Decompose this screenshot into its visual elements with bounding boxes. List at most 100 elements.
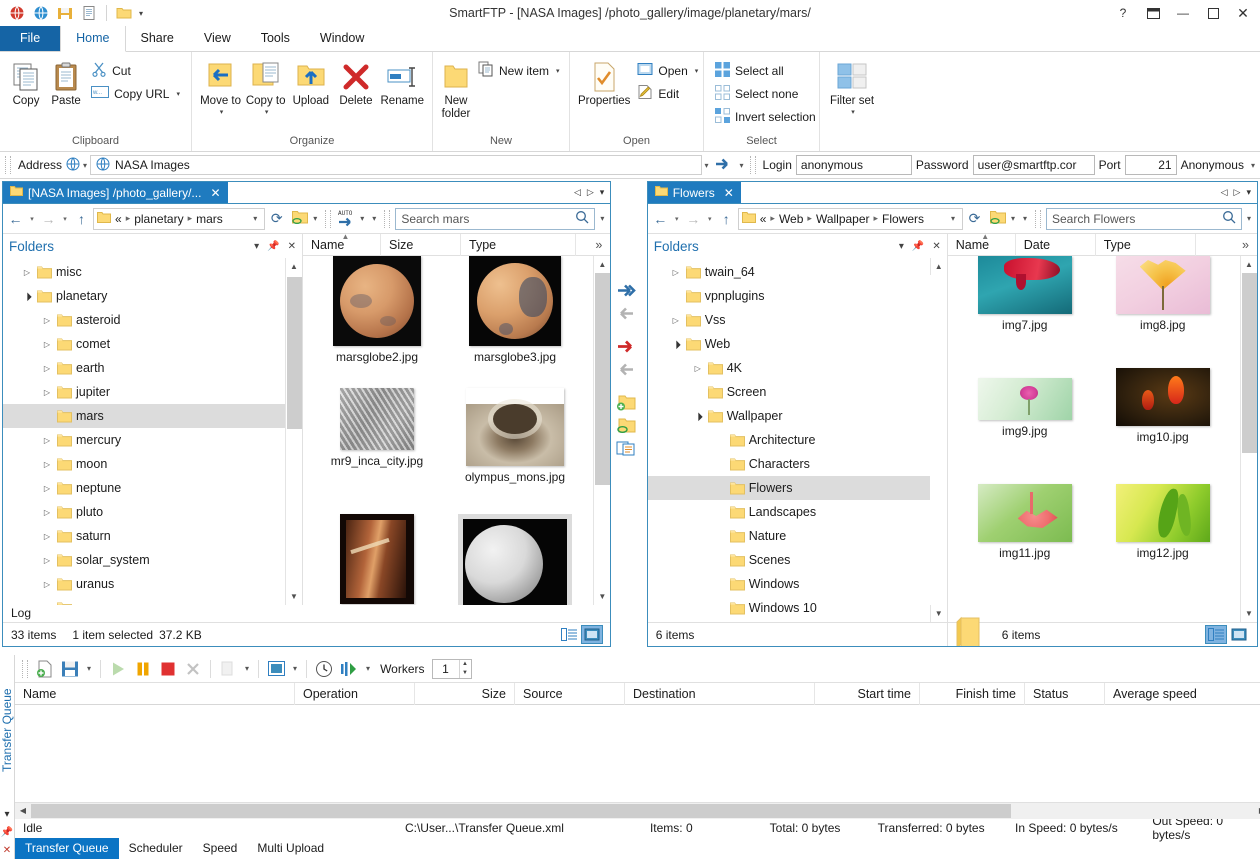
queue-column-size[interactable]: Size xyxy=(415,683,515,705)
forward-history-icon[interactable]: ▾ xyxy=(705,215,715,223)
scroll-up-icon[interactable]: ▲ xyxy=(594,256,611,273)
chevron-down-icon[interactable]: ▾ xyxy=(176,90,180,98)
spinner-down-icon[interactable]: ▼ xyxy=(460,669,471,678)
chevron-right-icon[interactable]: ▷ xyxy=(41,580,53,589)
chevron-right-icon[interactable]: ▷ xyxy=(670,316,682,325)
stop-queue-icon[interactable] xyxy=(157,658,179,680)
local-list-scrollbar[interactable]: ▲ ▼ xyxy=(1240,256,1257,622)
forward-history-icon[interactable]: ▾ xyxy=(60,215,70,223)
connect-arrow-icon[interactable] xyxy=(712,157,737,174)
column-date[interactable]: Date xyxy=(1016,234,1096,256)
chevron-down-icon[interactable]: ▾ xyxy=(1008,214,1018,223)
tree-item-characters[interactable]: Characters xyxy=(648,452,930,476)
edit-button[interactable]: Edit xyxy=(632,82,703,105)
details-view-button[interactable] xyxy=(1206,626,1226,643)
hscroll-thumb[interactable] xyxy=(31,804,1011,818)
scroll-thumb[interactable] xyxy=(931,275,946,540)
chevron-down-icon[interactable]: ▾ xyxy=(556,67,560,75)
copy-button[interactable]: Copy xyxy=(6,55,46,112)
tree-item-windows[interactable]: Windows xyxy=(648,572,930,596)
delete-button[interactable]: Delete xyxy=(333,55,378,112)
queue-column-start-time[interactable]: Start time xyxy=(815,683,920,705)
scroll-up-icon[interactable]: ▲ xyxy=(930,258,947,275)
tree-item-4k[interactable]: ▷4K xyxy=(648,356,930,380)
breadcrumb-dropdown-icon[interactable]: ▾ xyxy=(249,214,261,223)
ribbon-display-options-button[interactable] xyxy=(1138,0,1168,26)
toolbar-overflow-icon[interactable]: ▾ xyxy=(1020,214,1030,223)
scroll-track[interactable] xyxy=(1241,273,1258,605)
queue-column-destination[interactable]: Destination xyxy=(625,683,815,705)
breadcrumb-dropdown-icon[interactable]: ▾ xyxy=(947,214,959,223)
chevron-down-icon[interactable]: ▾ xyxy=(363,664,373,673)
chevron-right-icon[interactable]: ▷ xyxy=(41,364,53,373)
scroll-thumb[interactable] xyxy=(595,273,610,485)
chevron-down-icon[interactable]: ▾ xyxy=(220,108,224,116)
transfer-right-blue-icon[interactable] xyxy=(613,279,639,302)
local-search-box[interactable]: Search Flowers xyxy=(1046,208,1242,230)
file-thumbnail[interactable]: img7.jpg xyxy=(970,256,1080,332)
remote-breadcrumb[interactable]: « ▸ planetary ▸ mars ▾ xyxy=(93,208,265,230)
filter-set-button[interactable]: Filter set ▾ xyxy=(826,55,878,120)
search-options-icon[interactable]: ▾ xyxy=(597,214,607,223)
tree-item-winsxs[interactable]: ▷WinSxS xyxy=(648,620,930,622)
tree-item-twain-64[interactable]: ▷twain_64 xyxy=(648,260,930,284)
tree-item-nature[interactable]: Nature xyxy=(648,524,930,548)
chevron-right-icon[interactable]: ▷ xyxy=(692,364,704,373)
chevron-right-icon[interactable]: ▷ xyxy=(41,532,53,541)
transfer-left-grey2-icon[interactable] xyxy=(613,358,639,381)
breadcrumb-mars[interactable]: mars xyxy=(196,212,223,226)
scroll-down-icon[interactable]: ▼ xyxy=(594,588,611,605)
details-view-button[interactable] xyxy=(559,626,579,643)
address-protocol-dropdown-icon[interactable]: ▾ xyxy=(80,161,90,170)
queue-column-name[interactable]: Name xyxy=(15,683,295,705)
up-button[interactable]: ↑ xyxy=(717,208,736,230)
transfer-queue-hscrollbar[interactable]: ◀ ▶ xyxy=(15,802,1260,818)
chevron-down-icon[interactable]: ▾ xyxy=(290,664,300,673)
folder-add-icon[interactable] xyxy=(613,391,639,414)
tab-transfer-queue[interactable]: Transfer Queue xyxy=(15,838,119,859)
close-icon[interactable]: ✕ xyxy=(720,186,734,200)
file-thumbnail[interactable]: img11.jpg xyxy=(970,484,1080,560)
scroll-down-icon[interactable]: ▼ xyxy=(930,605,947,622)
connect-options-dropdown-icon[interactable]: ▾ xyxy=(737,161,747,170)
queue-column-status[interactable]: Status xyxy=(1025,683,1105,705)
back-history-icon[interactable]: ▾ xyxy=(672,215,682,223)
chevron-down-icon[interactable]: ▾ xyxy=(695,67,699,75)
tree-item-windows-10[interactable]: Windows 10 xyxy=(648,596,930,620)
file-thumbnail[interactable]: marsglobe2.jpg xyxy=(317,256,437,364)
tree-item-web[interactable]: ◢Web xyxy=(648,332,930,356)
tree-item-scenes[interactable]: Scenes xyxy=(648,548,930,572)
column-name[interactable]: ▲ Name xyxy=(948,234,1016,256)
scroll-left-icon[interactable]: ◀ xyxy=(15,803,31,819)
remote-search-input[interactable]: Search mars xyxy=(401,212,575,226)
scroll-down-icon[interactable]: ▼ xyxy=(286,588,303,605)
remote-list-scrollbar[interactable]: ▲ ▼ xyxy=(593,256,610,605)
scroll-up-icon[interactable]: ▲ xyxy=(1241,256,1258,273)
chevron-right-icon[interactable]: ▷ xyxy=(41,388,53,397)
transfer-right-red-icon[interactable] xyxy=(613,335,639,358)
file-thumbnail[interactable] xyxy=(455,514,575,605)
folder-icon[interactable] xyxy=(113,2,135,24)
transfer-left-grey-icon[interactable] xyxy=(613,302,639,325)
file-thumbnail[interactable]: img9.jpg xyxy=(970,378,1080,438)
cut-button[interactable]: Cut xyxy=(86,59,185,82)
column-type[interactable]: Type xyxy=(1096,234,1196,256)
tab-home[interactable]: Home xyxy=(60,25,125,52)
local-folder-tree[interactable]: ▷twain_64vpnplugins▷Vss◢Web▷4KScreen◢Wal… xyxy=(648,258,930,622)
file-thumbnail[interactable]: mr9_inca_city.jpg xyxy=(317,388,437,468)
forward-button[interactable]: → xyxy=(684,208,703,230)
tree-item-jupiter[interactable]: ▷jupiter xyxy=(3,380,285,404)
scroll-track[interactable] xyxy=(930,275,947,605)
tree-item-moon[interactable]: ▷moon xyxy=(3,452,285,476)
tab-list-icon[interactable]: ▾ xyxy=(1246,187,1251,198)
address-bar-grip[interactable] xyxy=(5,156,11,174)
close-icon[interactable]: ✕ xyxy=(206,186,220,200)
column-name[interactable]: ▲ Name xyxy=(303,234,381,256)
tree-item-venus[interactable]: ▷venus xyxy=(3,596,285,605)
workers-stepper[interactable]: 1 ▲ ▼ xyxy=(432,659,472,679)
folder-link-icon[interactable] xyxy=(292,210,309,228)
file-thumbnail[interactable]: olympus_mons.jpg xyxy=(455,388,575,484)
anonymous-dropdown-icon[interactable]: ▾ xyxy=(1248,161,1258,170)
maximize-button[interactable] xyxy=(1198,0,1228,26)
globe-blue-icon[interactable] xyxy=(30,2,52,24)
